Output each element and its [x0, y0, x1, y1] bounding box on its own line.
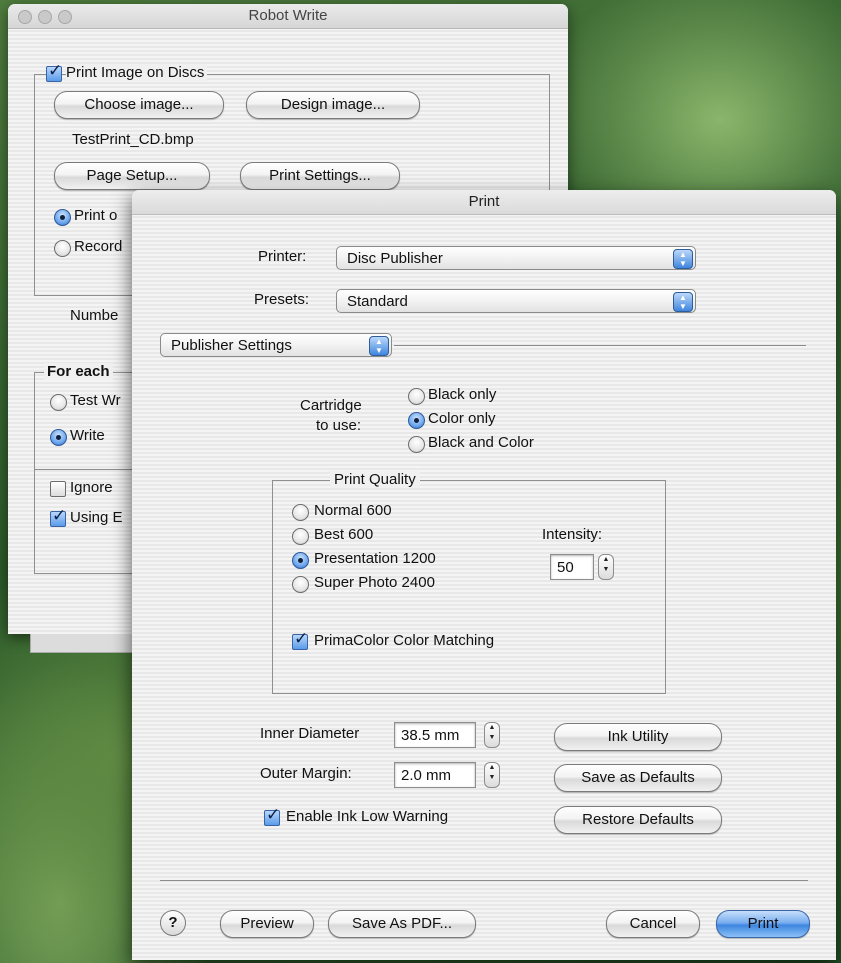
- print-button[interactable]: Print: [716, 910, 810, 938]
- print-dialog: Print Printer: Disc Publisher ▲ ▼ Presets…: [132, 190, 836, 960]
- radio-normal-600-label: Normal 600: [314, 502, 392, 519]
- radio-print-only[interactable]: [54, 209, 71, 226]
- print-quality-legend: Print Quality: [330, 471, 420, 488]
- ignore-checkbox[interactable]: [50, 481, 66, 497]
- radio-presentation-1200[interactable]: [292, 552, 309, 569]
- minimize-icon[interactable]: [38, 10, 52, 24]
- ink-low-label: Enable Ink Low Warning: [286, 808, 449, 825]
- radio-color-only[interactable]: [408, 412, 425, 429]
- print-dialog-title: Print: [468, 193, 500, 210]
- print-image-checkbox[interactable]: ✓: [46, 61, 62, 82]
- radio-record-label: Record: [74, 238, 123, 255]
- print-titlebar: Print: [132, 190, 836, 215]
- radio-black-only[interactable]: [408, 388, 425, 405]
- radio-best-600[interactable]: [292, 528, 309, 545]
- radio-write[interactable]: [50, 429, 67, 446]
- outer-margin-field[interactable]: 2.0 mm: [394, 762, 476, 788]
- radio-best-600-label: Best 600: [314, 526, 374, 543]
- using-checkbox[interactable]: ✓: [50, 506, 66, 527]
- radio-print-only-label: Print o: [74, 207, 118, 224]
- zoom-icon[interactable]: [58, 10, 72, 24]
- intensity-stepper[interactable]: ▲ ▼: [598, 554, 614, 580]
- ink-low-checkbox[interactable]: ✓: [264, 805, 280, 826]
- number-label: Numbe: [70, 307, 119, 324]
- print-image-label: Print Image on Discs: [66, 64, 208, 81]
- outer-margin-label: Outer Margin:: [260, 765, 352, 782]
- robot-write-titlebar[interactable]: Robot Write: [8, 4, 568, 29]
- radio-color-only-label: Color only: [428, 410, 496, 427]
- presets-label: Presets:: [254, 291, 310, 308]
- panel-popup[interactable]: Publisher Settings ▲ ▼: [160, 333, 392, 357]
- radio-test-write[interactable]: [50, 394, 67, 411]
- radio-black-and-color[interactable]: [408, 436, 425, 453]
- help-button[interactable]: ?: [160, 910, 186, 936]
- radio-black-only-label: Black only: [428, 386, 497, 403]
- ink-utility-button[interactable]: Ink Utility: [554, 723, 722, 751]
- radio-write-label: Write: [70, 427, 105, 444]
- printer-popup[interactable]: Disc Publisher ▲ ▼: [336, 246, 696, 270]
- radio-black-and-color-label: Black and Color: [428, 434, 534, 451]
- page-setup-button[interactable]: Page Setup...: [54, 162, 210, 190]
- presets-popup[interactable]: Standard ▲ ▼: [336, 289, 696, 313]
- radio-presentation-1200-label: Presentation 1200: [314, 550, 436, 567]
- radio-record[interactable]: [54, 240, 71, 257]
- radio-super-photo-2400-label: Super Photo 2400: [314, 574, 435, 591]
- primacolor-checkbox[interactable]: ✓: [292, 629, 308, 650]
- outer-margin-stepper[interactable]: ▲ ▼: [484, 762, 500, 788]
- image-filename: TestPrint_CD.bmp: [72, 131, 194, 148]
- presets-popup-value: Standard: [347, 293, 408, 310]
- close-icon[interactable]: [18, 10, 32, 24]
- intensity-label: Intensity:: [542, 526, 603, 543]
- save-as-pdf-button[interactable]: Save As PDF...: [328, 910, 476, 938]
- cartridge-label-2: to use:: [316, 417, 362, 434]
- for-each-legend: For each: [44, 363, 113, 380]
- restore-defaults-button[interactable]: Restore Defaults: [554, 806, 722, 834]
- cancel-button[interactable]: Cancel: [606, 910, 700, 938]
- robot-write-title: Robot Write: [248, 7, 328, 24]
- popup-arrows-icon: ▲ ▼: [673, 249, 693, 269]
- printer-label: Printer:: [258, 248, 307, 265]
- popup-arrows-icon: ▲ ▼: [673, 292, 693, 312]
- cartridge-label-1: Cartridge: [300, 397, 362, 414]
- popup-arrows-icon: ▲ ▼: [369, 336, 389, 356]
- print-settings-button[interactable]: Print Settings...: [240, 162, 400, 190]
- radio-test-write-label: Test Wr: [70, 392, 121, 409]
- preview-button[interactable]: Preview: [220, 910, 314, 938]
- radio-normal-600[interactable]: [292, 504, 309, 521]
- bottom-divider: [160, 880, 808, 881]
- save-defaults-button[interactable]: Save as Defaults: [554, 764, 722, 792]
- inner-diameter-field[interactable]: 38.5 mm: [394, 722, 476, 748]
- radio-super-photo-2400[interactable]: [292, 576, 309, 593]
- choose-image-button[interactable]: Choose image...: [54, 91, 224, 119]
- panel-popup-value: Publisher Settings: [171, 337, 292, 354]
- intensity-field[interactable]: 50: [550, 554, 594, 580]
- inner-diameter-stepper[interactable]: ▲ ▼: [484, 722, 500, 748]
- using-label: Using E: [70, 509, 123, 526]
- primacolor-label: PrimaColor Color Matching: [314, 632, 495, 649]
- panel-divider: [394, 345, 806, 346]
- printer-popup-value: Disc Publisher: [347, 250, 443, 267]
- inner-diameter-label: Inner Diameter: [260, 725, 360, 742]
- design-image-button[interactable]: Design image...: [246, 91, 420, 119]
- drawer-edge: [30, 634, 142, 653]
- ignore-label: Ignore: [70, 479, 113, 496]
